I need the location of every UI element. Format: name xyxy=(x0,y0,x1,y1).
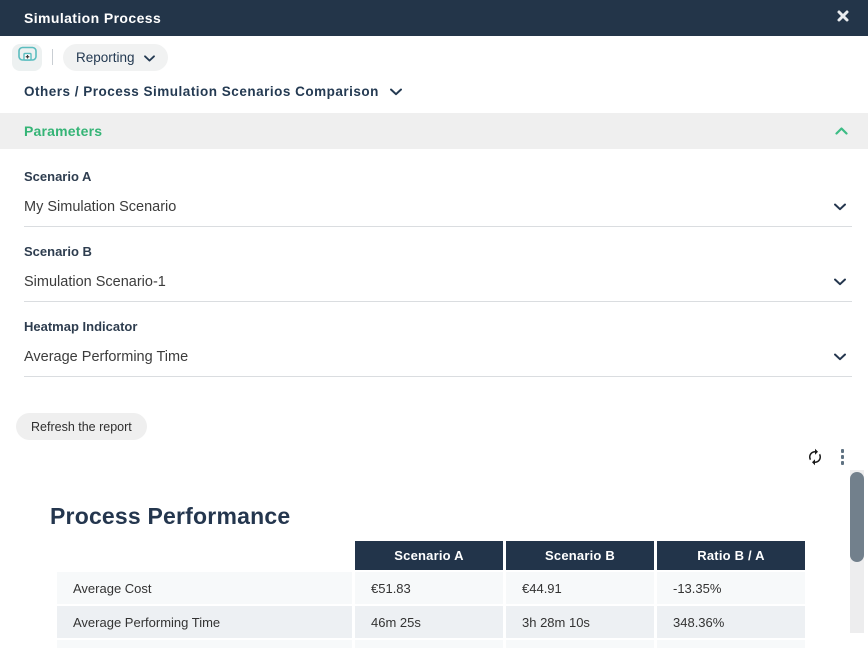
table-row xyxy=(57,640,805,648)
row-label: Average Cost xyxy=(57,572,352,604)
scenario-a-label: Scenario A xyxy=(24,169,852,184)
scenario-a-select[interactable]: My Simulation Scenario xyxy=(24,199,852,227)
table-header-blank xyxy=(57,541,352,570)
window-title: Simulation Process xyxy=(24,10,834,26)
table-header-scenario-a: Scenario A xyxy=(355,541,503,570)
scenario-a-value: My Simulation Scenario xyxy=(24,199,176,215)
parameters-title: Parameters xyxy=(24,123,102,139)
window-plus-icon xyxy=(18,46,37,68)
table-header-scenario-b: Scenario B xyxy=(506,541,654,570)
close-button[interactable] xyxy=(834,9,852,27)
cell-scenario-b: 3h 28m 10s xyxy=(506,606,654,638)
row-label: Average Performing Time xyxy=(57,606,352,638)
chevron-down-icon xyxy=(144,50,155,65)
scenario-b-label: Scenario B xyxy=(24,244,852,259)
parameters-form: Scenario A My Simulation Scenario Scenar… xyxy=(0,149,868,377)
scenario-a-field: Scenario A My Simulation Scenario xyxy=(24,169,852,227)
kebab-menu-icon[interactable] xyxy=(839,447,847,467)
scenario-b-value: Simulation Scenario-1 xyxy=(24,274,166,290)
reporting-dropdown-label: Reporting xyxy=(76,50,135,65)
chevron-down-icon xyxy=(834,199,846,215)
chevron-down-icon xyxy=(834,274,846,290)
table-header-row: Scenario A Scenario B Ratio B / A xyxy=(57,541,805,570)
chevron-down-icon xyxy=(834,349,846,365)
save-view-button[interactable] xyxy=(12,44,42,71)
heatmap-indicator-field: Heatmap Indicator Average Performing Tim… xyxy=(24,319,852,377)
table-header-ratio: Ratio B / A xyxy=(657,541,805,570)
cell-scenario-b: €44.91 xyxy=(506,572,654,604)
simulation-process-window: Simulation Process Reporting xyxy=(0,0,868,650)
table-row: Average Cost €51.83 €44.91 -13.35% xyxy=(57,572,805,604)
cell-ratio: -13.35% xyxy=(657,572,805,604)
breadcrumb: Others / Process Simulation Scenarios Co… xyxy=(24,84,379,99)
window-titlebar: Simulation Process xyxy=(0,0,868,36)
cell-scenario-a: 46m 25s xyxy=(355,606,503,638)
chevron-down-icon xyxy=(390,84,402,99)
cell-scenario-a: €51.83 xyxy=(355,572,503,604)
parameters-section-header[interactable]: Parameters xyxy=(0,113,868,149)
heatmap-indicator-value: Average Performing Time xyxy=(24,349,188,365)
reporting-dropdown[interactable]: Reporting xyxy=(63,44,168,71)
refresh-report-button[interactable]: Refresh the report xyxy=(16,413,147,440)
scenario-b-select[interactable]: Simulation Scenario-1 xyxy=(24,274,852,302)
scrollbar-thumb[interactable] xyxy=(850,472,864,562)
report-heading: Process Performance xyxy=(50,503,868,530)
toolbar: Reporting xyxy=(0,36,868,72)
chevron-up-icon[interactable] xyxy=(835,122,848,140)
toolbar-divider xyxy=(52,49,53,65)
heatmap-indicator-select[interactable]: Average Performing Time xyxy=(24,349,852,377)
report-actions xyxy=(806,447,847,467)
report-selector[interactable]: Others / Process Simulation Scenarios Co… xyxy=(0,72,868,113)
cell-ratio: 348.36% xyxy=(657,606,805,638)
heatmap-indicator-label: Heatmap Indicator xyxy=(24,319,852,334)
scenario-b-field: Scenario B Simulation Scenario-1 xyxy=(24,244,852,302)
refresh-icon[interactable] xyxy=(806,448,824,466)
table-row: Average Performing Time 46m 25s 3h 28m 1… xyxy=(57,606,805,638)
close-icon xyxy=(836,9,850,28)
performance-table: Scenario A Scenario B Ratio B / A Averag… xyxy=(54,539,808,650)
